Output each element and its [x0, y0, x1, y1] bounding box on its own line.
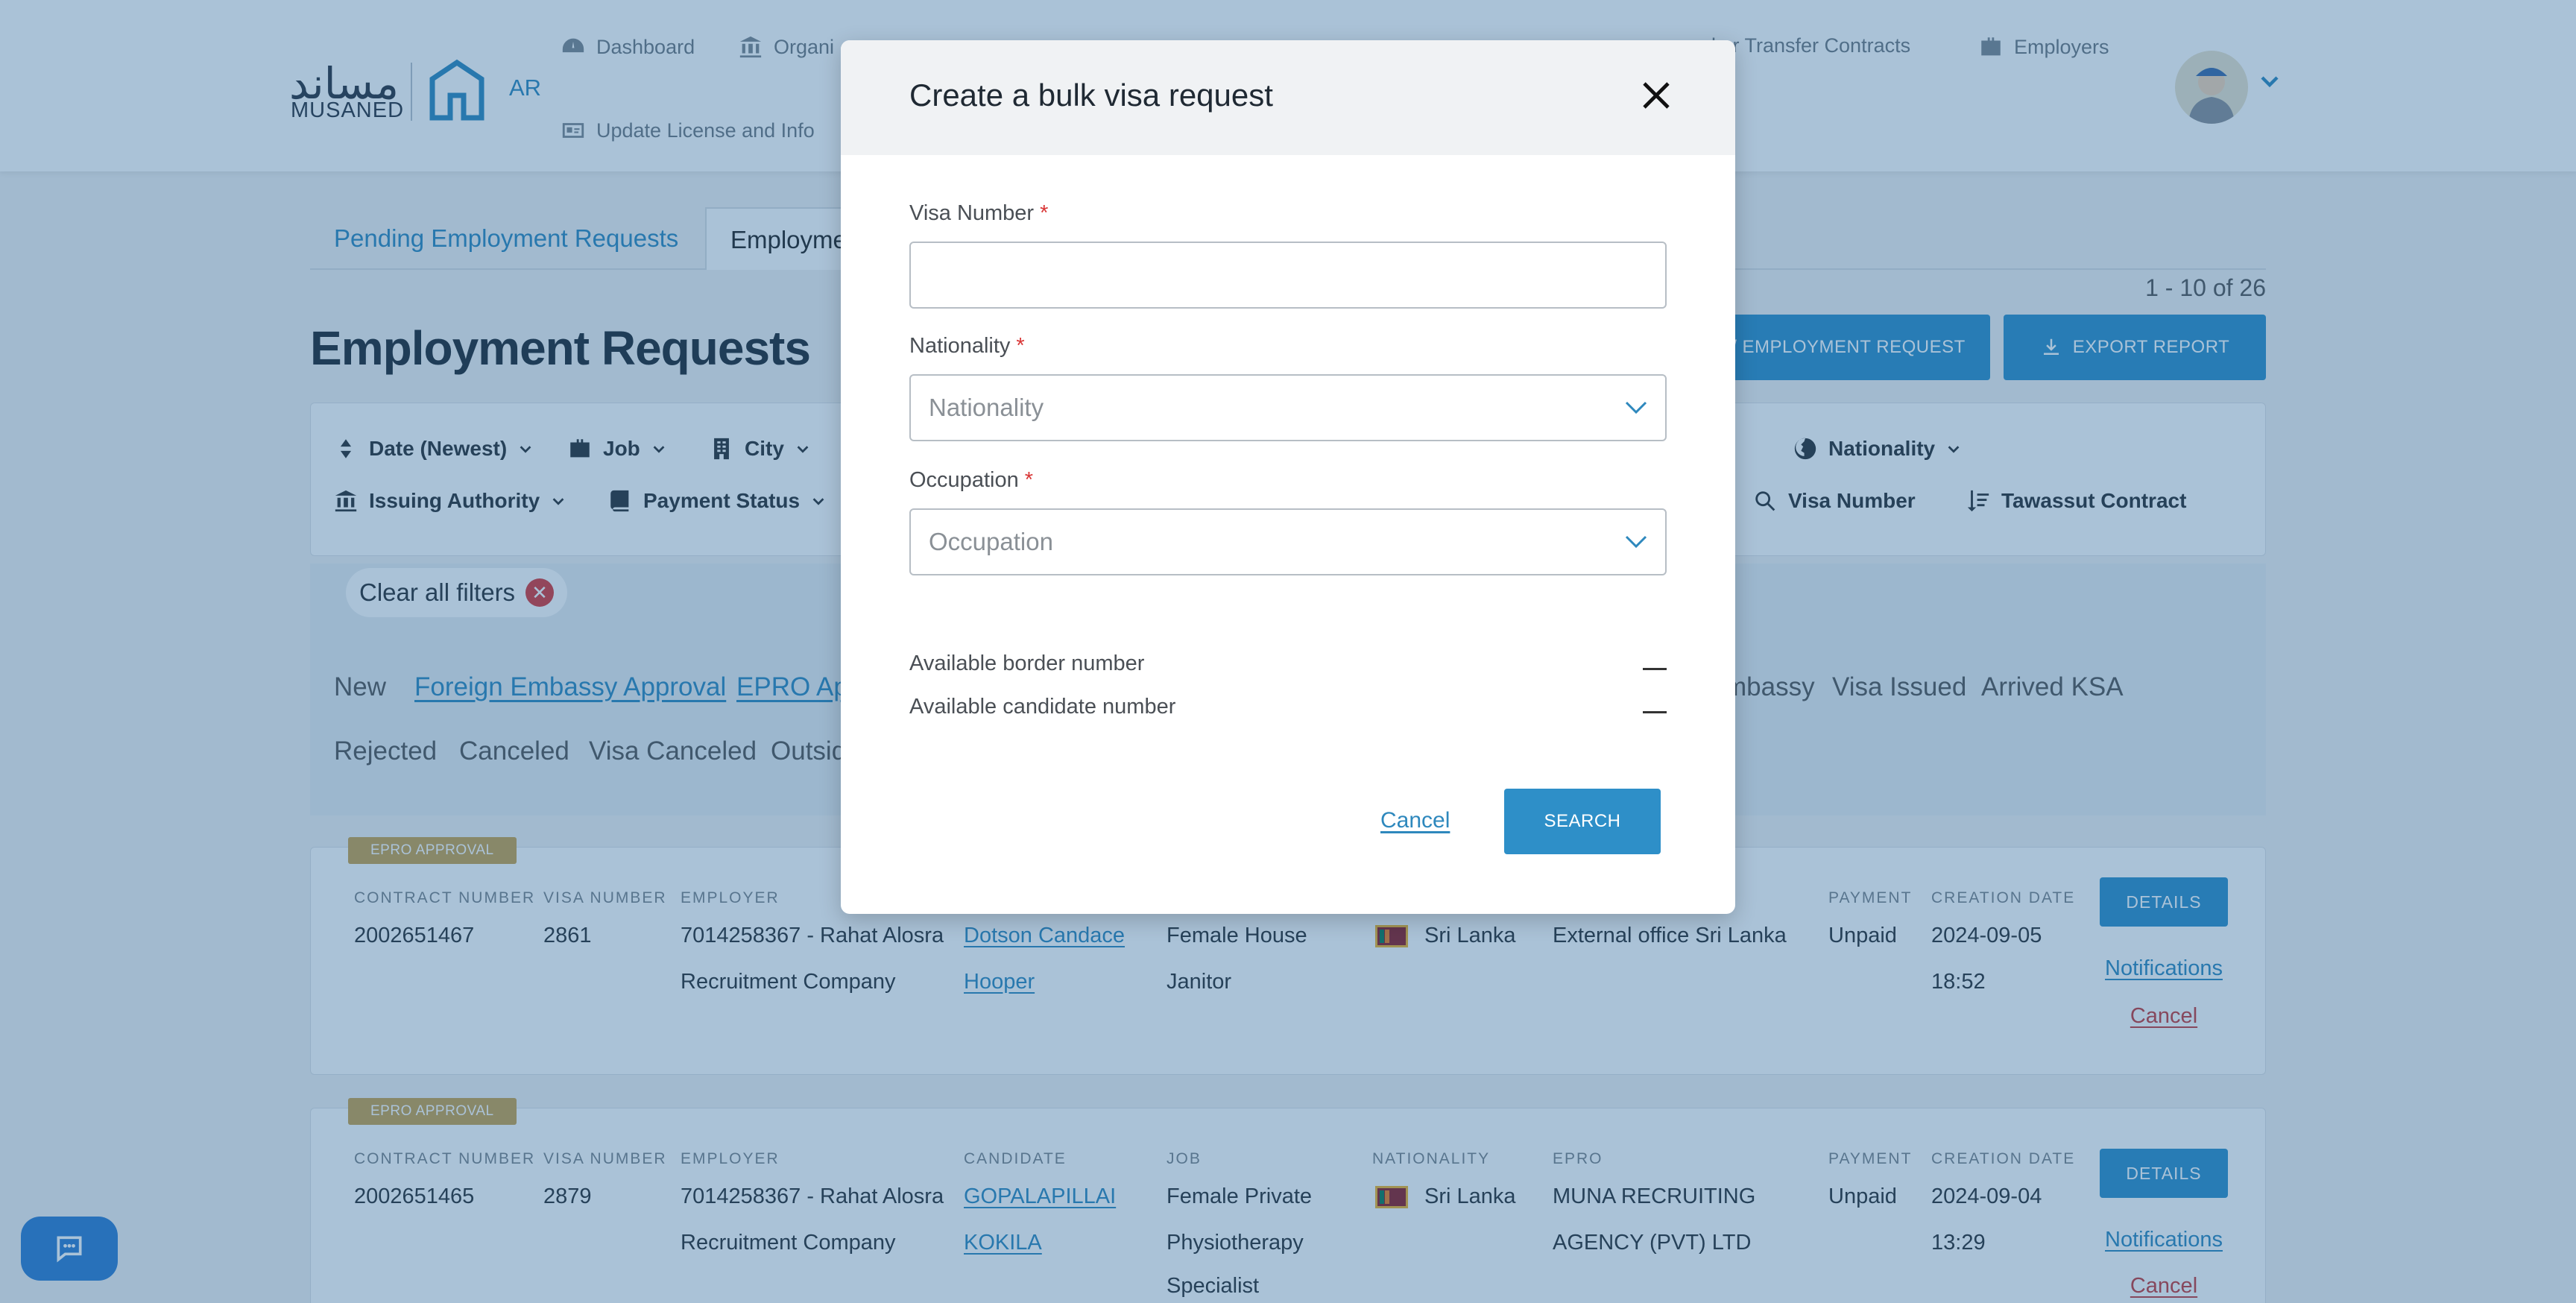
chevron-down-icon [1625, 401, 1647, 414]
nationality-label: Nationality * [909, 334, 1025, 359]
available-border-row: Available border number [909, 652, 1667, 676]
close-icon[interactable] [1638, 78, 1674, 113]
available-border-label: Available border number [909, 652, 1145, 675]
available-candidate-value [1643, 711, 1667, 713]
dialog-title: Create a bulk visa request [909, 78, 1273, 113]
nationality-select[interactable]: Nationality [909, 374, 1667, 441]
available-candidate-label: Available candidate number [909, 695, 1176, 719]
occupation-label-text: Occupation [909, 468, 1019, 492]
occupation-label: Occupation * [909, 468, 1033, 493]
search-button[interactable]: SEARCH [1504, 789, 1661, 854]
dialog-header: Create a bulk visa request [841, 40, 1735, 155]
required-mark: * [1024, 468, 1033, 492]
required-mark: * [1040, 201, 1049, 225]
available-border-value [1643, 668, 1667, 670]
nationality-placeholder: Nationality [929, 394, 1044, 421]
visa-number-label: Visa Number * [909, 201, 1048, 226]
chevron-down-icon [1625, 535, 1647, 549]
visa-number-input[interactable] [909, 242, 1667, 309]
nationality-label-text: Nationality [909, 334, 1011, 358]
visa-number-label-text: Visa Number [909, 201, 1035, 225]
required-mark: * [1016, 334, 1025, 358]
occupation-select[interactable]: Occupation [909, 508, 1667, 575]
occupation-placeholder: Occupation [929, 528, 1053, 555]
bulk-visa-request-dialog: Create a bulk visa request Visa Number * … [841, 40, 1735, 914]
available-candidate-row: Available candidate number [909, 695, 1667, 719]
cancel-link[interactable]: Cancel [1380, 808, 1450, 833]
